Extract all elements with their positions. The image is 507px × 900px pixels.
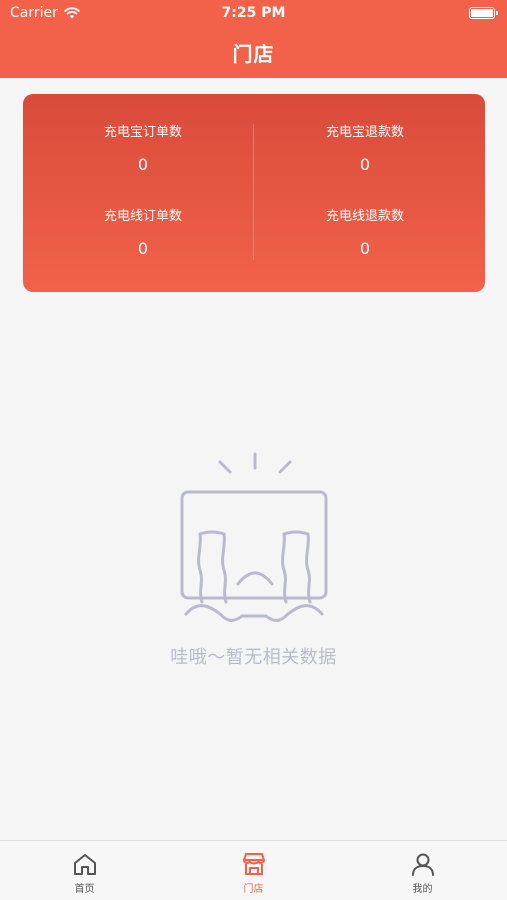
header: Carrier 7:25 PM 门店 [0, 0, 507, 78]
page-title: 门店 [232, 42, 275, 66]
user-icon [411, 853, 434, 876]
tab-home[interactable]: 首页 [0, 841, 169, 900]
status-time: 7:25 PM [221, 5, 286, 21]
stat-powerbank-orders[interactable]: 充电宝订单数 0 [43, 124, 243, 175]
home-icon [73, 854, 96, 875]
store-icon [242, 853, 265, 875]
stat-powerbank-refunds[interactable]: 充电宝退款数 0 [265, 124, 465, 175]
card-divider [253, 124, 254, 260]
battery-icon [469, 7, 498, 19]
status-bar: Carrier 7:25 PM [0, 0, 507, 28]
stat-label: 充电线退款数 [325, 209, 404, 224]
empty-state-crying-icon [180, 452, 328, 622]
stat-cable-refunds[interactable]: 充电线退款数 0 [265, 208, 465, 259]
stat-label: 充电线订单数 [103, 209, 182, 224]
empty-state-message: 哇哦～暂无相关数据 [170, 647, 337, 668]
tab-label: 首页 [74, 884, 95, 895]
stat-value: 0 [359, 239, 371, 258]
stat-label: 充电宝订单数 [103, 125, 182, 140]
tab-label: 门店 [243, 884, 264, 895]
stat-cable-orders[interactable]: 充电线订单数 0 [43, 208, 243, 259]
stat-label: 充电宝退款数 [325, 125, 404, 140]
stat-value: 0 [137, 239, 149, 258]
tab-store[interactable]: 门店 [169, 841, 338, 900]
screen: Carrier 7:25 PM 门店 充电宝订单数 0 充电宝退款数 0 充电线… [0, 0, 507, 900]
tab-bar: 首页 门店 我的 [0, 840, 507, 900]
tab-profile[interactable]: 我的 [338, 841, 507, 900]
stat-value: 0 [137, 155, 149, 174]
stats-card: 充电宝订单数 0 充电宝退款数 0 充电线订单数 0 充电线退款数 0 [23, 94, 485, 292]
tab-label: 我的 [412, 884, 433, 895]
stat-value: 0 [359, 155, 371, 174]
